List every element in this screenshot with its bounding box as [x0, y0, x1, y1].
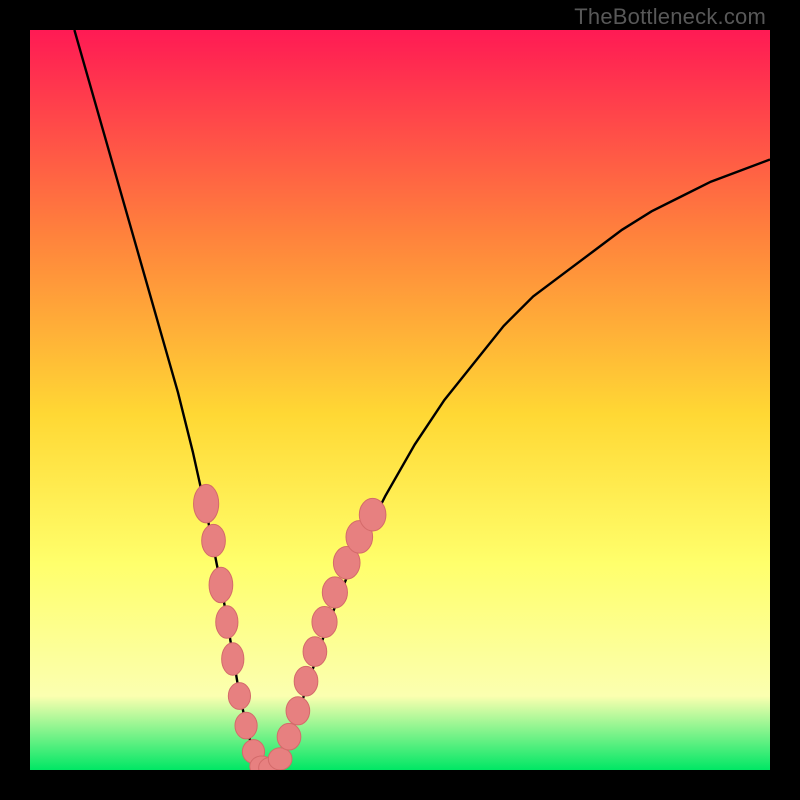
data-marker: [235, 712, 257, 739]
data-marker: [194, 484, 219, 522]
data-marker: [277, 723, 301, 750]
data-marker: [303, 637, 327, 667]
data-marker: [216, 606, 238, 639]
data-marker: [222, 643, 244, 676]
data-marker: [322, 577, 347, 608]
data-marker: [202, 524, 226, 557]
data-marker: [209, 567, 233, 603]
plot-area: [30, 30, 770, 770]
data-marker: [228, 683, 250, 710]
data-marker: [286, 697, 310, 725]
data-marker: [294, 666, 318, 696]
data-marker: [359, 498, 386, 531]
data-marker: [268, 748, 292, 770]
plot-svg: [30, 30, 770, 770]
data-marker: [312, 606, 337, 637]
chart-frame: TheBottleneck.com: [0, 0, 800, 800]
gradient-background: [30, 30, 770, 770]
watermark-text: TheBottleneck.com: [574, 4, 766, 30]
